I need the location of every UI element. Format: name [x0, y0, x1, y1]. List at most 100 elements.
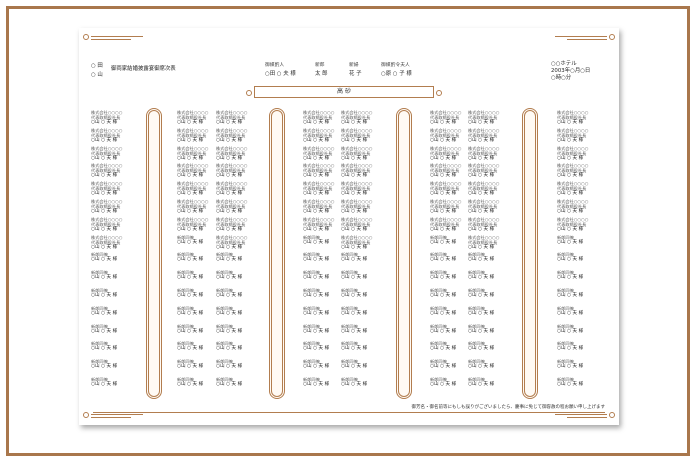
- guest-name: ○山 ○ 夫 様: [557, 191, 584, 197]
- bottom-rule: [93, 412, 605, 413]
- guest-entry: 新郎同僚 ○山 ○ 夫 様: [216, 341, 268, 359]
- guest-name: ○山 ○ 夫 様: [341, 257, 368, 263]
- guest-name: ○山 ○ 夫 様: [91, 346, 118, 352]
- guest-entry: 株式会社○○○○ 代表取締役社長 ○山 ○ 夫 様: [216, 235, 268, 253]
- guest-name: ○山 ○ 夫 様: [557, 292, 584, 298]
- guest-entry: 株式会社○○○○ 代表取締役社長 ○山 ○ 夫 様: [468, 199, 520, 217]
- guest-column: 株式会社○○○○ 代表取締役社長 ○山 ○ 夫 様株式会社○○○○ 代表取締役社長 ○山…: [216, 110, 268, 395]
- guest-entry: 新郎同僚 ○山 ○ 夫 様: [468, 306, 520, 324]
- guest-name: ○山 ○ 夫 様: [91, 226, 118, 232]
- event-date: 2003年○月○日: [551, 68, 591, 74]
- guest-name: ○山 ○ 夫 様: [468, 292, 495, 298]
- guest-name: ○山 ○ 夫 様: [468, 275, 495, 281]
- top-right-ornament: [555, 34, 615, 44]
- guest-entry: 株式会社○○○○ 代表取締役社長 ○山 ○ 夫 様: [341, 163, 393, 181]
- guest-entry: 新郎同僚 ○山 ○ 夫 様: [468, 288, 520, 306]
- guest-entry: 新郎同僚 ○山 ○ 夫 様: [91, 270, 143, 288]
- venue-name: ○○ホテル: [551, 61, 577, 67]
- guest-entry: 株式会社○○○○ 代表取締役社長 ○山 ○ 夫 様: [91, 163, 143, 181]
- table-pillar-3: [396, 108, 412, 399]
- guest-name: ○山 ○ 夫 様: [468, 137, 495, 143]
- guest-entry: 株式会社○○○○ 代表取締役社長 ○山 ○ 夫 様: [216, 181, 268, 199]
- guest-name: ○山 ○ 夫 様: [91, 257, 118, 263]
- family-mark-top: ○ 田: [91, 63, 103, 69]
- mediator-name: ○田 ○ 夫 様: [265, 71, 296, 77]
- guest-name: ○山 ○ 夫 様: [216, 257, 243, 263]
- guest-column: 株式会社○○○○ 代表取締役社長 ○山 ○ 夫 様株式会社○○○○ 代表取締役社長 ○山…: [468, 110, 520, 395]
- guest-entry: 新郎同僚 ○山 ○ 夫 様: [468, 377, 520, 395]
- guest-name: ○山 ○ 夫 様: [216, 191, 243, 197]
- guest-entry: 株式会社○○○○ 代表取締役社長 ○山 ○ 夫 様: [468, 110, 520, 128]
- guest-name: ○山 ○ 夫 様: [557, 226, 584, 232]
- bottom-left-ornament: [83, 412, 143, 422]
- guest-name: ○山 ○ 夫 様: [216, 275, 243, 281]
- guest-entry: 株式会社○○○○ 代表取締役社長 ○山 ○ 夫 様: [557, 217, 609, 235]
- guest-entry: 新郎同僚 ○山 ○ 夫 様: [557, 324, 609, 342]
- guest-entry: 新郎同僚 ○山 ○ 夫 様: [216, 359, 268, 377]
- family-mark-bottom: ○ 山: [91, 72, 103, 78]
- guest-entry: 株式会社○○○○ 代表取締役社長 ○山 ○ 夫 様: [216, 199, 268, 217]
- guest-name: ○山 ○ 夫 様: [91, 208, 118, 214]
- guest-name: ○山 ○ 夫 様: [468, 346, 495, 352]
- guest-entry: 新郎同僚 ○山 ○ 夫 様: [216, 252, 268, 270]
- guest-name: ○山 ○ 夫 様: [216, 137, 243, 143]
- bride-name: 花 子: [349, 71, 362, 77]
- guest-entry: 株式会社○○○○ 代表取締役社長 ○山 ○ 夫 様: [341, 128, 393, 146]
- bottom-right-ornament: [555, 412, 615, 422]
- guest-entry: 株式会社○○○○ 代表取締役社長 ○山 ○ 夫 様: [341, 146, 393, 164]
- guest-entry: 株式会社○○○○ 代表取締役社長 ○山 ○ 夫 様: [216, 163, 268, 181]
- guest-name: ○山 ○ 夫 様: [91, 137, 118, 143]
- guest-name: ○山 ○ 夫 様: [216, 381, 243, 387]
- guest-entry: 株式会社○○○○ 代表取締役社長 ○山 ○ 夫 様: [468, 181, 520, 199]
- footer-note: 御芳名・御名前等にもしも誤りがございましたら、慶事に免じて御容赦の程お願い申し上…: [411, 405, 606, 410]
- mediator-wife-name: ○原 ○ 子 様: [381, 71, 412, 77]
- guest-entry: 株式会社○○○○ 代表取締役社長 ○山 ○ 夫 様: [341, 181, 393, 199]
- guest-name: ○山 ○ 夫 様: [341, 155, 368, 161]
- guest-name: ○山 ○ 夫 様: [557, 364, 584, 370]
- guest-name: ○山 ○ 夫 様: [341, 226, 368, 232]
- guest-entry: 新郎同僚 ○山 ○ 夫 様: [341, 341, 393, 359]
- guest-entry: 新郎同僚 ○山 ○ 夫 様: [341, 377, 393, 395]
- guest-entry: 株式会社○○○○ 代表取締役社長 ○山 ○ 夫 様: [468, 235, 520, 253]
- guest-name: ○山 ○ 夫 様: [468, 381, 495, 387]
- guest-name: ○山 ○ 夫 様: [341, 244, 368, 250]
- guest-name: ○山 ○ 夫 様: [216, 244, 243, 250]
- guest-entry: 新郎同僚 ○山 ○ 夫 様: [341, 288, 393, 306]
- guest-entry: 新郎同僚 ○山 ○ 夫 様: [91, 359, 143, 377]
- guest-entry: 新郎同僚 ○山 ○ 夫 様: [91, 324, 143, 342]
- guest-entry: 株式会社○○○○ 代表取締役社長 ○山 ○ 夫 様: [341, 217, 393, 235]
- guest-entry: 株式会社○○○○ 代表取締役社長 ○山 ○ 夫 様: [557, 163, 609, 181]
- guest-name: ○山 ○ 夫 様: [557, 381, 584, 387]
- guest-entry: 新郎同僚 ○山 ○ 夫 様: [341, 270, 393, 288]
- guest-entry: 新郎同僚 ○山 ○ 夫 様: [91, 288, 143, 306]
- guest-entry: 株式会社○○○○ 代表取締役社長 ○山 ○ 夫 様: [557, 146, 609, 164]
- guest-entry: 株式会社○○○○ 代表取締役社長 ○山 ○ 夫 様: [468, 217, 520, 235]
- guest-name: ○山 ○ 夫 様: [216, 208, 243, 214]
- guest-name: ○山 ○ 夫 様: [557, 155, 584, 161]
- guest-name: ○山 ○ 夫 様: [216, 364, 243, 370]
- guest-name: ○山 ○ 夫 様: [557, 137, 584, 143]
- guest-entry: 株式会社○○○○ 代表取締役社長 ○山 ○ 夫 様: [341, 235, 393, 253]
- guest-name: ○山 ○ 夫 様: [216, 173, 243, 179]
- guest-name: ○山 ○ 夫 様: [341, 364, 368, 370]
- guest-entry: 新郎同僚 ○山 ○ 夫 様: [91, 341, 143, 359]
- guest-name: ○山 ○ 夫 様: [91, 364, 118, 370]
- guest-name: ○山 ○ 夫 様: [216, 328, 243, 334]
- head-table-title: 高 砂: [246, 86, 442, 98]
- guest-name: ○山 ○ 夫 様: [216, 292, 243, 298]
- table-pillar-4: [522, 108, 538, 399]
- top-left-ornament: [83, 34, 143, 44]
- groom-label: 新郎: [315, 63, 325, 68]
- guest-entry: 株式会社○○○○ 代表取締役社長 ○山 ○ 夫 様: [468, 163, 520, 181]
- guest-entry: 新郎同僚 ○山 ○ 夫 様: [557, 288, 609, 306]
- guest-entry: 新郎同僚 ○山 ○ 夫 様: [91, 306, 143, 324]
- guest-entry: 株式会社○○○○ 代表取締役社長 ○山 ○ 夫 様: [341, 199, 393, 217]
- guest-entry: 株式会社○○○○ 代表取締役社長 ○山 ○ 夫 様: [216, 128, 268, 146]
- guest-name: ○山 ○ 夫 様: [91, 191, 118, 197]
- guest-entry: 株式会社○○○○ 代表取締役社長 ○山 ○ 夫 様: [557, 110, 609, 128]
- guest-entry: 新郎同僚 ○山 ○ 夫 様: [216, 288, 268, 306]
- table-pillar-1: [146, 108, 162, 399]
- guest-name: ○山 ○ 夫 様: [557, 257, 584, 263]
- guest-entry: 新郎同僚 ○山 ○ 夫 様: [557, 341, 609, 359]
- guest-entry: 新郎同僚 ○山 ○ 夫 様: [216, 377, 268, 395]
